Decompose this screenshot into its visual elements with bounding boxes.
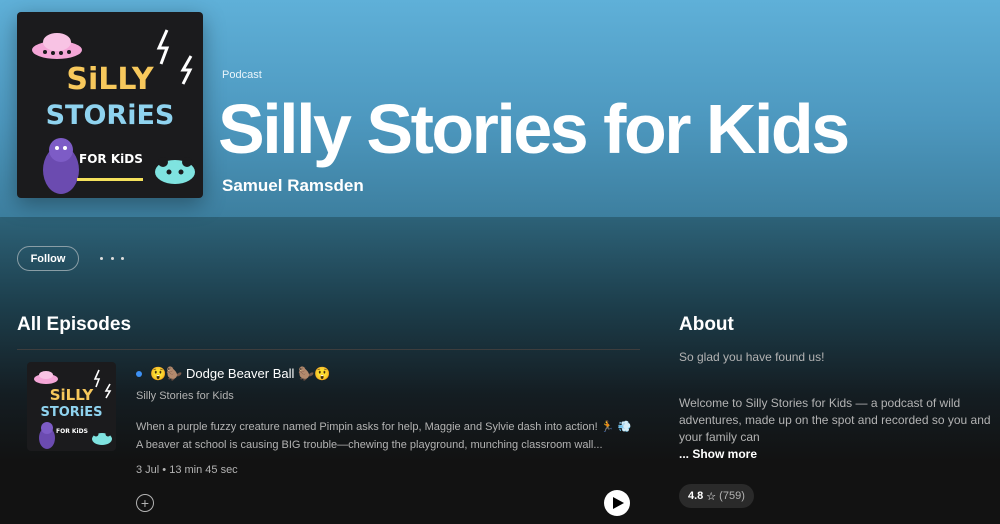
show-more-link[interactable]: ... Show more <box>679 447 757 461</box>
thumb-word-silly: SiLLY <box>49 386 94 404</box>
podcast-author[interactable]: Samuel Ramsden <box>222 176 364 196</box>
play-icon <box>612 497 624 509</box>
thumb-word-for-kids: FOR KiDS <box>56 428 88 435</box>
episode-date-duration: 3 Jul • 13 min 45 sec <box>136 464 238 476</box>
episode-title[interactable]: 😲🦫 Dodge Beaver Ball 🦫😲 <box>150 366 330 382</box>
episode-description: When a purple fuzzy creature named Pimpi… <box>136 421 632 451</box>
episode-thumbnail[interactable]: SiLLY STORiES FOR KiDS <box>27 362 116 451</box>
add-to-library-icon[interactable]: + <box>136 494 154 512</box>
thumb-word-stories: STORiES <box>40 405 103 420</box>
about-heading: About <box>679 314 734 335</box>
about-intro: So glad you have found us! <box>679 350 825 364</box>
podcast-title: Silly Stories for Kids <box>218 90 850 168</box>
cover-word-stories: STORiES <box>45 100 175 131</box>
cover-word-for-kids: FOR KiDS <box>79 152 143 166</box>
all-episodes-heading: All Episodes <box>17 314 132 335</box>
follow-button[interactable]: Follow <box>17 246 79 271</box>
more-options-icon[interactable] <box>100 249 124 267</box>
new-episode-indicator <box>136 371 142 377</box>
about-text: Welcome to Silly Stories for Kids — a po… <box>679 396 991 444</box>
content-type-label: Podcast <box>222 69 262 81</box>
episode-title-row: 😲🦫 Dodge Beaver Ball 🦫😲 <box>136 366 330 382</box>
rating-badge[interactable]: 4.8 ☆ (759) <box>679 484 754 508</box>
dot <box>100 256 103 260</box>
rating-count: (759) <box>719 490 745 502</box>
divider <box>17 349 640 350</box>
rating-value: 4.8 <box>688 490 704 502</box>
cover-word-silly: SiLLY <box>66 62 154 97</box>
episode-show-name[interactable]: Silly Stories for Kids <box>136 390 234 402</box>
star-icon: ☆ <box>706 490 717 503</box>
podcast-cover-art: SiLLY STORiES FOR KiDS <box>17 12 203 198</box>
dot <box>121 256 124 260</box>
play-button[interactable] <box>604 490 630 516</box>
dot <box>110 256 114 260</box>
